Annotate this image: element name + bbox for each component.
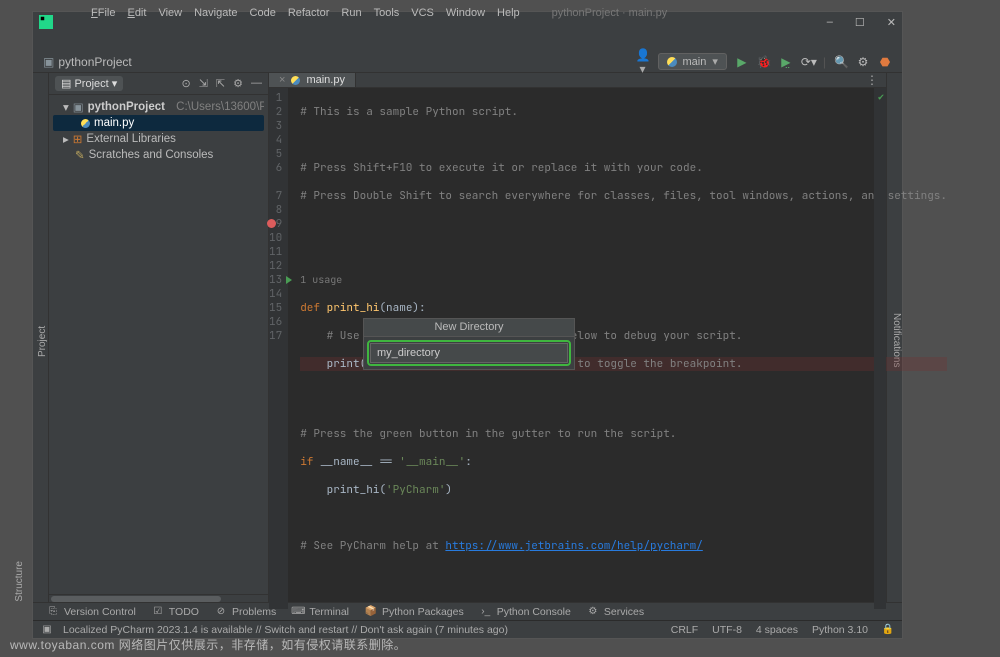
tool-structure-tab[interactable]: Structure (14, 561, 25, 602)
menu-tools[interactable]: Tools (374, 7, 400, 19)
chevron-down-icon: ▾ (63, 100, 69, 114)
tree-external-libraries[interactable]: ▸ ⊞ External Libraries (53, 131, 264, 147)
todo-icon: ☑ (152, 606, 164, 618)
popup-title: New Directory (364, 319, 574, 337)
library-icon: ⊞ (73, 132, 83, 146)
run-with-coverage-button[interactable]: ▶̤ (779, 55, 793, 69)
editor-tabs: × main.py ⋮ (269, 73, 886, 88)
titlebar: FFile Edit View Navigate Code Refactor R… (33, 12, 902, 32)
lock-icon[interactable]: 🔒 (882, 624, 894, 636)
menu-edit[interactable]: Edit (127, 7, 146, 19)
ide-window: FFile Edit View Navigate Code Refactor R… (32, 11, 903, 639)
editor-gutter[interactable]: 1 2 3 4 5 6 7 8 9 10 11 12 13 14 15 16 (269, 88, 288, 609)
problems-icon: ⊘ (215, 606, 227, 618)
new-directory-popup: New Directory (363, 318, 575, 370)
chevron-right-icon: ▸ (63, 132, 69, 146)
breadcrumb-project[interactable]: pythonProject (58, 55, 131, 69)
python-file-icon (291, 76, 300, 85)
project-tree[interactable]: ▾ ▣ pythonProject C:\Users\13600\Pycharm… (49, 95, 268, 167)
run-gutter-icon: 13 (269, 273, 282, 287)
tool-bookmarks-tab[interactable]: Bookmarks (0, 81, 2, 602)
tool-version-control[interactable]: ⎘Version Control (47, 606, 136, 618)
status-line-separator[interactable]: CRLF (671, 624, 698, 636)
menu-view[interactable]: View (158, 7, 182, 19)
project-scrollbar[interactable] (49, 594, 268, 602)
debug-button[interactable]: 🐞 (757, 55, 771, 69)
menu-vcs[interactable]: VCS (411, 7, 434, 19)
navigation-bar: ▣ pythonProject 👤▾ main ▾ ▶ 🐞 ▶̤ ⟳▾ | 🔍 … (33, 51, 902, 73)
left-tool-strip: Project Structure Bookmarks (33, 73, 49, 602)
tree-scratches[interactable]: ✎ Scratches and Consoles (53, 147, 264, 163)
python-icon (667, 57, 677, 67)
project-view-selector[interactable]: ▤ Project ▾ (55, 76, 123, 91)
settings-icon[interactable]: ⚙ (233, 77, 243, 90)
status-interpreter[interactable]: Python 3.10 (812, 624, 868, 636)
tabs-more-icon[interactable]: ⋮ (858, 73, 886, 87)
plugins-icon[interactable]: ⬣ (878, 55, 892, 69)
pycharm-logo-icon (39, 15, 53, 29)
run-button[interactable]: ▶ (735, 55, 749, 69)
watermark-text: www.toyaban.com 网络图片仅供展示，非存储，如有侵权请联系删除。 (10, 636, 406, 653)
status-message[interactable]: Localized PyCharm 2023.1.4 is available … (63, 624, 508, 636)
project-tool-window: ▤ Project ▾ ⊙ ⇲ ⇱ ⚙ — ▾ ▣ pythonProject … (49, 73, 269, 602)
ide-settings-button[interactable]: ⚙ (856, 55, 870, 69)
menu-file[interactable]: FFile (91, 7, 115, 19)
scratch-icon: ✎ (75, 148, 85, 162)
titlebar-path: pythonProject · main.py (552, 7, 668, 19)
menu-code[interactable]: Code (250, 7, 276, 19)
new-directory-input[interactable] (370, 343, 568, 363)
vcs-icon: ⎘ (47, 606, 59, 618)
code-editor[interactable]: 1 2 3 4 5 6 7 8 9 10 11 12 13 14 15 16 (269, 88, 886, 609)
window-close-button[interactable]: ✕ (887, 16, 896, 29)
tool-problems[interactable]: ⊘Problems (215, 606, 276, 618)
run-config-selector[interactable]: main ▾ (658, 53, 727, 70)
folder-icon: ▣ (43, 55, 54, 69)
error-stripe[interactable]: ✔ (874, 88, 886, 609)
tool-project-tab[interactable]: Project (37, 81, 48, 602)
menu-refactor[interactable]: Refactor (288, 7, 330, 19)
breakpoint-icon: 9 (269, 217, 282, 231)
hide-icon[interactable]: — (251, 77, 262, 90)
status-indent[interactable]: 4 spaces (756, 624, 798, 636)
menu-window[interactable]: Window (446, 7, 485, 19)
menu-help[interactable]: Help (497, 7, 520, 19)
python-file-icon (81, 119, 90, 128)
select-opened-file-icon[interactable]: ⊙ (181, 77, 190, 90)
more-run-icon[interactable]: ⟳▾ (801, 55, 815, 69)
search-everywhere-button[interactable]: 🔍 (834, 55, 848, 69)
user-icon[interactable]: 👤▾ (636, 48, 650, 76)
inspection-ok-icon: ✔ (878, 90, 884, 104)
editor-area: × main.py ⋮ 1 2 3 4 5 6 7 8 9 (269, 73, 886, 602)
tool-windows-icon[interactable]: ▣ (41, 624, 53, 636)
status-encoding[interactable]: UTF-8 (712, 624, 742, 636)
expand-all-icon[interactable]: ⇲ (199, 77, 208, 90)
tool-todo[interactable]: ☑TODO (152, 606, 199, 618)
collapse-all-icon[interactable]: ⇱ (216, 77, 225, 90)
project-panel-header: ▤ Project ▾ ⊙ ⇲ ⇱ ⚙ — (49, 73, 268, 95)
menu-navigate[interactable]: Navigate (194, 7, 237, 19)
menu-run[interactable]: Run (341, 7, 361, 19)
window-maximize-button[interactable]: ☐ (855, 16, 865, 29)
tab-main-py[interactable]: × main.py (269, 73, 356, 87)
tree-root[interactable]: ▾ ▣ pythonProject C:\Users\13600\Pycharm… (53, 99, 264, 115)
tree-file-main[interactable]: main.py (53, 115, 264, 131)
window-minimize-button[interactable]: – (827, 16, 833, 29)
folder-icon: ▣ (73, 100, 84, 114)
